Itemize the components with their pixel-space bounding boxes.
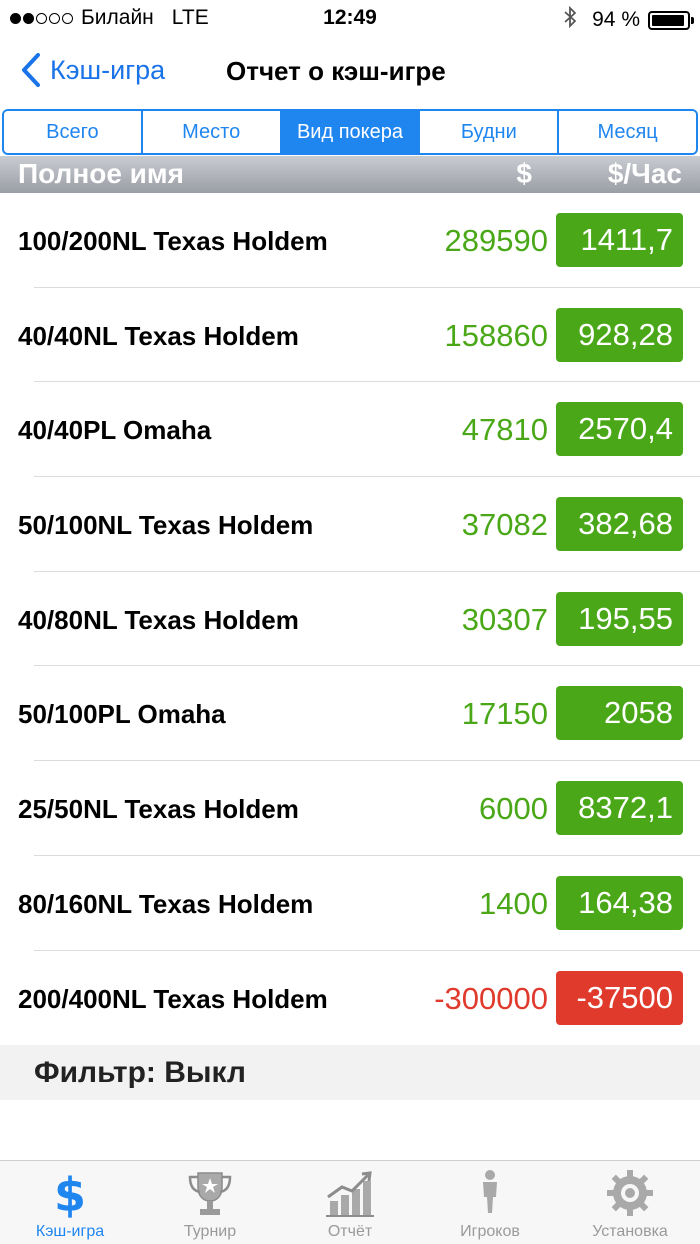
back-button[interactable]: Кэш-игра: [20, 52, 165, 88]
table-row[interactable]: 50/100NL Texas Holdem 37082 382,68: [0, 477, 700, 572]
segment-poker-type[interactable]: Вид покера: [281, 111, 421, 153]
table-row[interactable]: 25/50NL Texas Holdem 6000 8372,1: [0, 761, 700, 856]
table-row[interactable]: 40/40NL Texas Holdem 158860 928,28: [0, 288, 700, 383]
amount-value: -300000: [434, 980, 548, 1016]
column-header-amount[interactable]: $: [516, 158, 532, 190]
tab-players[interactable]: Игроков: [420, 1161, 560, 1244]
per-hour-badge: 382,68: [556, 497, 683, 552]
table-header: Полное имя $ $/Час: [0, 156, 700, 193]
game-name: 100/200NL Texas Holdem: [18, 226, 328, 256]
segment-label: Место: [182, 120, 241, 143]
amount-value: 37082: [461, 507, 548, 543]
trophy-icon: [188, 1172, 232, 1215]
player-icon: [483, 1170, 497, 1213]
tab-label: Игроков: [460, 1223, 520, 1240]
tab-cash-game[interactable]: $ Кэш-игра: [0, 1161, 140, 1244]
tab-settings[interactable]: Установка: [560, 1161, 700, 1244]
game-name: 50/100PL Omaha: [18, 699, 226, 730]
battery-fill: [652, 14, 684, 26]
amount-value: 30307: [461, 601, 548, 637]
chart-icon: [326, 1171, 374, 1217]
game-name: 40/40NL Texas Holdem: [18, 320, 299, 351]
navigation-bar: Кэш-игра Отчет о кэш-игре: [0, 38, 700, 106]
table-row[interactable]: 80/160NL Texas Holdem 1400 164,38: [0, 856, 700, 951]
grouping-segmented-control: Всего Место Вид покера Будни Месяц: [2, 109, 698, 155]
table-row[interactable]: 100/200NL Texas Holdem 289590 1411,7: [0, 193, 700, 288]
tab-tournament[interactable]: Турнир: [140, 1161, 280, 1244]
segment-month[interactable]: Месяц: [559, 111, 696, 153]
table-row[interactable]: 40/80NL Texas Holdem 30307 195,55: [0, 572, 700, 667]
bluetooth-icon: [564, 5, 577, 34]
battery-percent: 94 %: [592, 8, 640, 31]
amount-value: 6000: [479, 791, 548, 827]
amount-value: 289590: [444, 223, 548, 258]
game-name: 40/40PL Omaha: [18, 415, 212, 446]
battery-icon: [648, 10, 694, 30]
per-hour-badge: 164,38: [556, 875, 683, 930]
game-name: 25/50NL Texas Holdem: [18, 794, 299, 825]
column-header-per-hour[interactable]: $/Час: [608, 158, 682, 190]
amount-value: 17150: [461, 696, 548, 732]
table-row[interactable]: 50/100PL Omaha 17150 2058: [0, 666, 700, 761]
status-right: 94 %: [564, 5, 694, 34]
tab-bar: $ Кэш-игра Турнир Отчёт Игроков Установк…: [0, 1160, 700, 1244]
segment-weekdays[interactable]: Будни: [420, 111, 560, 153]
amount-value: 1400: [479, 885, 548, 921]
game-name: 50/100NL Texas Holdem: [18, 510, 314, 541]
tab-label: Турнир: [183, 1223, 237, 1240]
per-hour-badge: 2570,4: [556, 402, 683, 457]
game-name: 80/160NL Texas Holdem: [18, 888, 314, 919]
segment-label: Будни: [460, 120, 517, 143]
segment-location[interactable]: Место: [142, 111, 282, 153]
per-hour-badge: -37500: [556, 970, 683, 1025]
table-row[interactable]: 200/400NL Texas Holdem -300000 -37500: [0, 951, 700, 1046]
dollar-icon: $: [54, 1168, 86, 1219]
tab-label: Установка: [592, 1223, 668, 1240]
gear-icon: [607, 1170, 653, 1216]
back-label: Кэш-игра: [50, 54, 166, 85]
segment-label: Месяц: [597, 120, 658, 143]
game-name: 40/80NL Texas Holdem: [18, 604, 299, 635]
filter-status: Фильтр: Выкл: [34, 1056, 246, 1089]
tab-label: Кэш-игра: [35, 1223, 105, 1240]
tab-report[interactable]: Отчёт: [280, 1161, 420, 1244]
per-hour-badge: 195,55: [556, 591, 683, 646]
segment-label: Всего: [46, 120, 99, 143]
segment-total[interactable]: Всего: [4, 111, 143, 153]
results-list: 100/200NL Texas Holdem 289590 1411,7 40/…: [0, 193, 700, 1045]
per-hour-badge: 2058: [556, 686, 683, 741]
amount-value: 47810: [461, 412, 548, 448]
per-hour-badge: 928,28: [556, 307, 683, 362]
chevron-left-icon: [22, 53, 40, 87]
segment-label: Вид покера: [296, 120, 404, 143]
filter-bar[interactable]: Фильтр: Выкл: [0, 1045, 700, 1100]
per-hour-badge: 8372,1: [556, 781, 683, 836]
svg-text:$: $: [54, 1168, 86, 1219]
game-name: 200/400NL Texas Holdem: [18, 983, 328, 1014]
per-hour-badge: 1411,7: [556, 213, 683, 267]
status-bar: Билайн LTE 12:49 94 %: [0, 0, 700, 38]
page-title: Отчет о кэш-игре: [226, 56, 446, 86]
column-header-name[interactable]: Полное имя: [18, 158, 184, 190]
table-row[interactable]: 40/40PL Omaha 47810 2570,4: [0, 382, 700, 477]
tab-label: Отчёт: [327, 1223, 373, 1240]
amount-value: 158860: [444, 317, 548, 353]
